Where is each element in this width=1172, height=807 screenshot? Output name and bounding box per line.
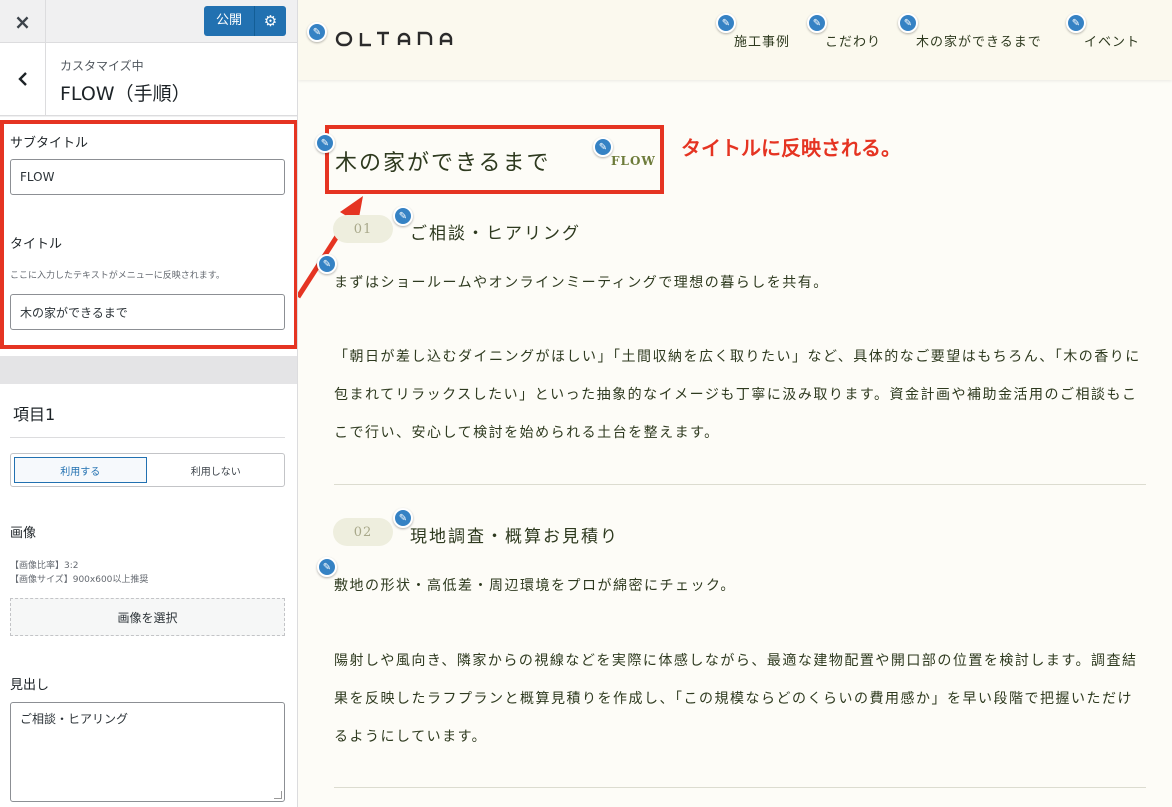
section-subtitle: FLOW [611,154,656,168]
annotation-text: タイトルに反映される。 [681,136,901,160]
divider-bar [0,356,297,384]
nav-item-commitment[interactable]: こだわり [825,31,881,50]
site-header: ✎ ✎ 施工事例 ✎ こだわり ✎ 木の家ができるまで ✎ イベント [298,0,1172,80]
use-on-button[interactable]: 利用する [14,457,147,483]
heading-textarea[interactable]: ご相談・ヒアリング [10,702,285,802]
step-number: 01 [333,215,393,243]
edit-pencil-icon[interactable]: ✎ [593,137,613,157]
item1-title: 項目1 [13,405,56,424]
resize-handle[interactable] [274,791,282,799]
edit-pencil-icon[interactable]: ✎ [307,22,327,42]
use-toggle: 利用する 利用しない [10,453,285,487]
divider [334,484,1146,485]
step-paragraph: 「朝日が差し込むダイニングがほしい」「土間収納を広く取りたい」など、具体的なご要… [334,349,1141,441]
image-ratio-note: 【画像比率】3:2 [10,561,79,571]
highlight-box-title-controls [0,120,297,349]
edit-pencil-icon[interactable]: ✎ [1066,13,1086,33]
step-paragraph: 陽射しや風向き、隣家からの視線などを実際に体感しながら、最適な建物配置や開口部の… [334,653,1138,745]
image-label: 画像 [10,526,37,541]
use-off-button[interactable]: 利用しない [151,457,282,483]
step-number: 02 [333,518,393,546]
heading-label: 見出し [10,678,50,693]
edit-pencil-icon[interactable]: ✎ [898,13,918,33]
heading-value: ご相談・ヒアリング [20,712,129,726]
image-size-note: 【画像サイズ】900x600以上推奨 [10,575,149,585]
divider [334,787,1146,788]
divider [10,437,285,438]
close-icon[interactable]: × [0,0,46,43]
nav-item-works[interactable]: 施工事例 [734,31,790,50]
edit-pencil-icon[interactable]: ✎ [315,133,335,153]
step-paragraph: 敷地の形状・高低差・周辺環境をプロが綿密にチェック。 [334,578,736,594]
edit-pencil-icon[interactable]: ✎ [807,13,827,33]
customizer-panel: × 公開 ⚙ カスタマイズ中 FLOW（手順） サブタイトル FLOW タイトル… [0,0,298,807]
nav-item-flow[interactable]: 木の家ができるまで [916,31,1042,50]
section-title: 木の家ができるまで [335,151,551,176]
edit-pencil-icon[interactable]: ✎ [716,13,736,33]
customizing-label: カスタマイズ中 [60,59,144,73]
publish-button[interactable]: 公開 [204,6,255,36]
section-title: FLOW（手順） [60,83,191,105]
gear-icon[interactable]: ⚙ [254,6,287,36]
site-preview: ✎ ✎ 施工事例 ✎ こだわり ✎ 木の家ができるまで ✎ イベント ✎ 木の家… [298,0,1172,807]
back-icon[interactable] [0,43,46,115]
step-title: 現地調査・概算お見積り [410,527,619,547]
step-title: ご相談・ヒアリング [410,224,581,244]
step-paragraph: まずはショールームやオンラインミーティングで理想の暮らしを共有。 [334,275,829,291]
item1-section: 項目1 利用する 利用しない 画像 【画像比率】3:2 【画像サイズ】900x6… [0,384,297,807]
select-image-button[interactable]: 画像を選択 [10,598,285,636]
publish-group: 公開 ⚙ [204,6,287,36]
site-logo[interactable] [335,28,473,56]
customizer-topbar: × 公開 ⚙ [0,0,297,43]
section-header: カスタマイズ中 FLOW（手順） [0,43,297,116]
nav-item-event[interactable]: イベント [1084,31,1140,50]
